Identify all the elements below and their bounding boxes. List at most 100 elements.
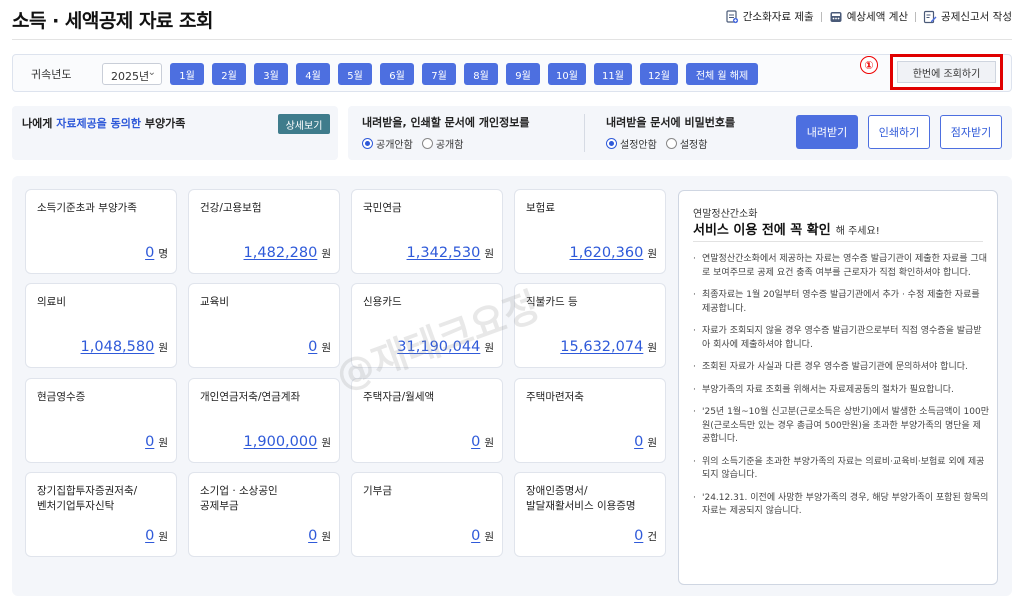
estimate-tax-label: 예상세액 계산 <box>846 11 909 23</box>
deduction-card[interactable]: 기부금 0 원 <box>351 472 503 557</box>
deduction-card[interactable]: 개인연금저축/연금계좌 1,900,000 원 <box>188 378 340 463</box>
deduction-amount-link[interactable]: 0 <box>308 339 317 355</box>
deduction-card[interactable]: 의료비 1,048,580 원 <box>25 283 177 368</box>
deduction-amount-link[interactable]: 0 <box>471 434 480 450</box>
month-button-1[interactable]: 1월 <box>170 63 204 85</box>
deduction-card-label: 소기업 · 소상공인 공제부금 <box>200 485 278 512</box>
notice-item: 최종자료는 1월 20일부터 영수증 발급기관에서 추가 · 수정 제출한 자료… <box>693 289 989 316</box>
page-header: 소득 · 세액공제 자료 조회 간소화자료 제출 예상세액 계산 공제신고서 작… <box>12 0 1012 38</box>
deduction-amount-link[interactable]: 1,048,580 <box>81 339 155 355</box>
deduction-card-label: 주택마련저축 <box>526 391 584 403</box>
deduction-card[interactable]: 국민연금 1,342,530 원 <box>351 189 503 274</box>
deduction-amount-link[interactable]: 0 <box>145 434 154 450</box>
personal-info-show-radio[interactable]: 공개함 <box>421 136 464 151</box>
dependents-panel: 나에게 자료제공을 동의한 부양가족 상세보기 <box>12 106 338 160</box>
deduction-amount-link[interactable]: 0 <box>145 528 154 544</box>
document-upload-icon <box>726 9 738 23</box>
personal-info-hide-radio[interactable]: 공개안함 <box>362 136 413 151</box>
month-button-8[interactable]: 8월 <box>464 63 498 85</box>
write-deduction-form-link[interactable]: 공제신고서 작성 <box>923 9 1012 24</box>
radio-label: 설정안함 <box>620 140 657 151</box>
deduction-card[interactable]: 주택자금/월세액 0 원 <box>351 378 503 463</box>
deduction-unit: 명 <box>158 248 168 260</box>
submit-simplified-data-label: 간소화자료 제출 <box>742 11 814 23</box>
deduction-card-label: 의료비 <box>37 296 66 308</box>
notice-item: '24.12.31. 이전에 사망한 부양가족의 경우, 해당 부양가족이 포함… <box>693 492 989 519</box>
notice-item: '25년 1월~10월 신고분(근로소득은 상반기)에서 발생한 소득금액이 1… <box>693 406 989 447</box>
personal-info-radios: 공개안함 공개함 <box>362 136 529 151</box>
deduction-card-value: 0건 <box>634 528 657 544</box>
braille-button[interactable]: 점자받기 <box>940 115 1002 149</box>
deduction-card-label: 개인연금저축/연금계좌 <box>200 391 301 403</box>
dependents-text: 나에게 자료제공을 동의한 부양가족 <box>22 115 185 131</box>
password-set-radio[interactable]: 설정함 <box>665 136 707 151</box>
deduction-unit: 원 <box>158 531 168 543</box>
month-button-11[interactable]: 11월 <box>594 63 632 85</box>
deduction-card-value: 0원 <box>471 434 494 450</box>
notice-panel: 연말정산간소화 서비스 이용 전에 꼭 확인 해 주세요! 연말정산간소화에서 제… <box>678 190 998 585</box>
deduction-card-label: 현금영수증 <box>37 391 86 403</box>
deduction-unit: 원 <box>647 437 657 449</box>
year-select[interactable]: 2025년 ⌄ <box>102 63 162 85</box>
deduction-card[interactable]: 소기업 · 소상공인 공제부금 0 원 <box>188 472 340 557</box>
month-button-12[interactable]: 12월 <box>640 63 678 85</box>
deduction-card-value: 1,342,530 원 <box>407 245 494 261</box>
header-link-separator <box>915 11 917 22</box>
month-button-7[interactable]: 7월 <box>422 63 456 85</box>
password-option: 내려받을 문서에 비밀번호를 설정안함 설정함 <box>606 114 735 151</box>
dependents-suffix: 부양가족 <box>141 117 186 130</box>
notice-item: 부양가족의 자료 조회를 위해서는 자료제공동의 절차가 필요합니다. <box>693 384 989 398</box>
deduction-unit: 원 <box>647 248 657 260</box>
deduction-unit: 원 <box>321 342 331 354</box>
deduction-card-value: 0명 <box>145 245 168 261</box>
personal-info-title: 내려받을, 인쇄할 문서에 개인정보를 <box>362 116 530 129</box>
deduction-card[interactable]: 직불카드 등 15,632,074 원 <box>514 283 666 368</box>
deduction-amount-link[interactable]: 1,620,360 <box>570 245 644 261</box>
month-button-6[interactable]: 6월 <box>380 63 414 85</box>
deduction-amount-link[interactable]: 0 <box>471 528 480 544</box>
deduction-amount-link[interactable]: 0 <box>634 434 643 450</box>
deduction-amount-link[interactable]: 0 <box>145 245 154 261</box>
deduction-amount-link[interactable]: 1,482,280 <box>244 245 318 261</box>
deduction-card[interactable]: 주택마련저축 0 원 <box>514 378 666 463</box>
deduction-card-label: 국민연금 <box>363 202 402 214</box>
deduction-amount-link[interactable]: 31,190,044 <box>397 339 480 355</box>
password-none-radio[interactable]: 설정안함 <box>606 136 657 151</box>
print-button[interactable]: 인쇄하기 <box>868 115 930 149</box>
deduction-unit: 원 <box>321 437 331 449</box>
month-button-4[interactable]: 4월 <box>296 63 330 85</box>
radio-label: 공개안함 <box>376 140 413 151</box>
month-button-3[interactable]: 3월 <box>254 63 288 85</box>
view-details-button[interactable]: 상세보기 <box>278 114 330 134</box>
clear-all-months-button[interactable]: 전체 월 해제 <box>686 63 758 85</box>
deduction-amount-link[interactable]: 0 <box>308 528 317 544</box>
radio-selected-icon <box>362 138 373 149</box>
deduction-card[interactable]: 소득기준초과 부양가족 0 명 <box>25 189 177 274</box>
deduction-amount-link[interactable]: 1,900,000 <box>244 434 318 450</box>
radio-label: 공개함 <box>435 140 464 151</box>
notice-title-main: 서비스 이용 전에 꼭 확인 <box>693 223 831 238</box>
deduction-card[interactable]: 건강/고용보험 1,482,280 원 <box>188 189 340 274</box>
deduction-amount-link[interactable]: 15,632,074 <box>560 339 643 355</box>
deduction-card[interactable]: 신용카드 31,190,044 원 <box>351 283 503 368</box>
deduction-unit: 원 <box>484 342 494 354</box>
deduction-card[interactable]: 현금영수증 0 원 <box>25 378 177 463</box>
deduction-card-label: 소득기준초과 부양가족 <box>37 202 137 214</box>
deduction-card[interactable]: 장기집합투자증권저축/ 벤처기업투자신탁 0 원 <box>25 472 177 557</box>
download-button[interactable]: 내려받기 <box>796 115 858 149</box>
notice-item: 연말정산간소화에서 제공하는 자료는 영수증 발급기관이 제출한 자료를 그대로… <box>693 253 989 280</box>
header-link-separator <box>820 11 822 22</box>
month-button-10[interactable]: 10월 <box>548 63 586 85</box>
estimate-tax-link[interactable]: 예상세액 계산 <box>829 9 908 24</box>
month-button-9[interactable]: 9월 <box>506 63 540 85</box>
deduction-card[interactable]: 보험료 1,620,360 원 <box>514 189 666 274</box>
deduction-card[interactable]: 장애인증명서/ 발달재활서비스 이용증명 0 건 <box>514 472 666 557</box>
deduction-amount-link[interactable]: 0 <box>634 528 643 544</box>
deduction-card[interactable]: 교육비 0 원 <box>188 283 340 368</box>
notice-divider <box>693 241 983 242</box>
bulk-query-button[interactable]: 한번에 조회하기 <box>897 61 996 83</box>
month-button-2[interactable]: 2월 <box>212 63 246 85</box>
deduction-amount-link[interactable]: 1,342,530 <box>407 245 481 261</box>
month-button-5[interactable]: 5월 <box>338 63 372 85</box>
submit-simplified-data-link[interactable]: 간소화자료 제출 <box>725 9 814 24</box>
